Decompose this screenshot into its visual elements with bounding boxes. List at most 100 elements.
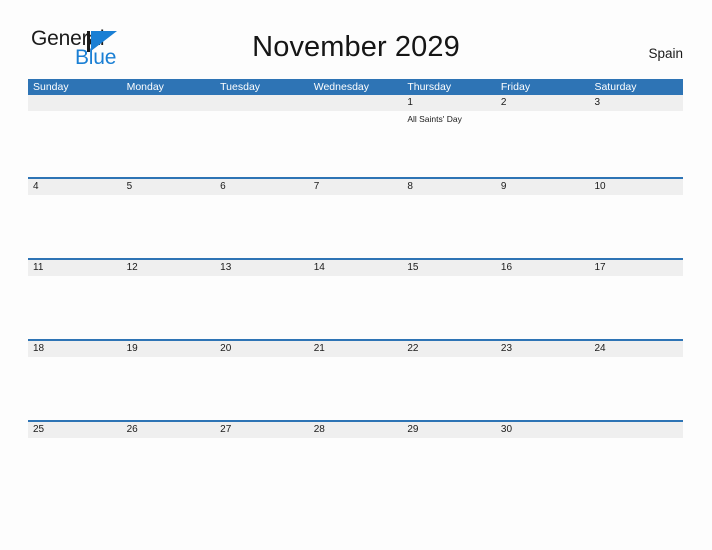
day-cell[interactable] xyxy=(215,438,309,501)
calendar-page: General Blue November 2029 Spain Sunday … xyxy=(0,0,712,550)
day-cell[interactable] xyxy=(309,357,403,420)
day-number-band: 18 19 20 21 22 23 24 xyxy=(28,341,683,357)
day-cell[interactable] xyxy=(28,357,122,420)
day-number[interactable]: 17 xyxy=(589,260,683,276)
calendar-week-row: 11 12 13 14 15 16 17 xyxy=(28,258,683,339)
day-number-empty xyxy=(215,95,309,111)
calendar-grid: Sunday Monday Tuesday Wednesday Thursday… xyxy=(28,79,683,501)
day-number[interactable]: 2 xyxy=(496,95,590,111)
day-number[interactable]: 13 xyxy=(215,260,309,276)
day-number[interactable]: 14 xyxy=(309,260,403,276)
day-cell[interactable] xyxy=(28,438,122,501)
day-cell-empty xyxy=(215,111,309,174)
day-number[interactable]: 1 xyxy=(402,95,496,111)
day-cell[interactable] xyxy=(122,357,216,420)
day-number[interactable]: 6 xyxy=(215,179,309,195)
day-cell[interactable] xyxy=(496,357,590,420)
day-number[interactable]: 26 xyxy=(122,422,216,438)
weekday-header-wednesday: Wednesday xyxy=(313,81,369,93)
day-cell[interactable] xyxy=(309,276,403,339)
day-cell[interactable] xyxy=(589,195,683,258)
day-cell[interactable] xyxy=(215,276,309,339)
day-number[interactable]: 29 xyxy=(402,422,496,438)
region-label: Spain xyxy=(648,46,683,61)
weekday-header-row: Sunday Monday Tuesday Wednesday Thursday… xyxy=(28,79,683,95)
day-number[interactable]: 28 xyxy=(309,422,403,438)
day-cell[interactable]: All Saints' Day xyxy=(402,111,496,174)
day-event-band: All Saints' Day xyxy=(28,111,683,174)
day-cell[interactable] xyxy=(589,357,683,420)
day-number-band: 25 26 27 28 29 30 xyxy=(28,422,683,438)
calendar-week-row: 4 5 6 7 8 9 10 xyxy=(28,177,683,258)
holiday-label: All Saints' Day xyxy=(407,114,462,124)
day-number[interactable]: 8 xyxy=(402,179,496,195)
day-cell[interactable] xyxy=(309,195,403,258)
page-title: November 2029 xyxy=(252,31,460,63)
day-number[interactable]: 15 xyxy=(402,260,496,276)
day-cell[interactable] xyxy=(589,111,683,174)
day-number[interactable]: 4 xyxy=(28,179,122,195)
day-number[interactable]: 27 xyxy=(215,422,309,438)
day-cell[interactable] xyxy=(496,195,590,258)
calendar-week-row: 18 19 20 21 22 23 24 xyxy=(28,339,683,420)
day-number[interactable]: 10 xyxy=(589,179,683,195)
day-event-band xyxy=(28,276,683,339)
day-cell[interactable] xyxy=(402,276,496,339)
day-cell[interactable] xyxy=(402,438,496,501)
day-number-empty xyxy=(28,95,122,111)
weekday-header-saturday: Saturday xyxy=(594,81,637,93)
day-cell[interactable] xyxy=(215,195,309,258)
day-number[interactable]: 23 xyxy=(496,341,590,357)
day-number[interactable]: 3 xyxy=(589,95,683,111)
day-number[interactable]: 19 xyxy=(122,341,216,357)
page-header: General Blue November 2029 Spain xyxy=(0,0,712,79)
day-cell[interactable] xyxy=(402,195,496,258)
calendar-week-row: 1 2 3 All Saints' Day xyxy=(28,95,683,177)
day-number-band: 11 12 13 14 15 16 17 xyxy=(28,260,683,276)
day-number[interactable]: 21 xyxy=(309,341,403,357)
weekday-header-tuesday: Tuesday xyxy=(220,81,261,93)
day-number-band: 4 5 6 7 8 9 10 xyxy=(28,179,683,195)
weekday-header-friday: Friday xyxy=(500,81,531,93)
weekday-header-monday: Monday xyxy=(126,81,164,93)
day-cell-empty xyxy=(122,111,216,174)
day-number[interactable]: 24 xyxy=(589,341,683,357)
day-cell-empty xyxy=(309,111,403,174)
day-number[interactable]: 9 xyxy=(496,179,590,195)
day-number[interactable]: 22 xyxy=(402,341,496,357)
day-number-empty xyxy=(122,95,216,111)
day-number[interactable]: 25 xyxy=(28,422,122,438)
day-number[interactable]: 12 xyxy=(122,260,216,276)
day-number[interactable]: 16 xyxy=(496,260,590,276)
day-cell[interactable] xyxy=(496,276,590,339)
day-cell-empty xyxy=(589,438,683,501)
day-cell[interactable] xyxy=(122,195,216,258)
weekday-header-sunday: Sunday xyxy=(33,81,69,93)
day-number[interactable]: 7 xyxy=(309,179,403,195)
day-cell[interactable] xyxy=(589,276,683,339)
day-cell-empty xyxy=(28,111,122,174)
day-cell[interactable] xyxy=(28,195,122,258)
day-number-band: 123 xyxy=(28,95,683,111)
day-number-empty xyxy=(309,95,403,111)
day-event-band xyxy=(28,195,683,258)
day-cell[interactable] xyxy=(309,438,403,501)
day-cell[interactable] xyxy=(28,276,122,339)
day-event-band xyxy=(28,357,683,420)
day-event-band xyxy=(28,438,683,501)
day-cell[interactable] xyxy=(122,438,216,501)
day-number[interactable]: 5 xyxy=(122,179,216,195)
day-number[interactable]: 20 xyxy=(215,341,309,357)
day-number[interactable]: 11 xyxy=(28,260,122,276)
calendar-weeks: 1 2 3 All Saints' Day 4 5 6 7 8 9 10 11 12 13 14 15 16 17… xyxy=(28,95,683,501)
day-cell[interactable] xyxy=(122,276,216,339)
day-cell[interactable] xyxy=(496,111,590,174)
day-number[interactable]: 18 xyxy=(28,341,122,357)
weekday-header-thursday: Thursday xyxy=(407,81,452,93)
day-number[interactable]: 30 xyxy=(496,422,590,438)
day-cell[interactable] xyxy=(215,357,309,420)
day-number-empty xyxy=(589,422,683,438)
calendar-week-row: 25 26 27 28 29 30 xyxy=(28,420,683,501)
day-cell[interactable] xyxy=(402,357,496,420)
day-cell[interactable] xyxy=(496,438,590,501)
